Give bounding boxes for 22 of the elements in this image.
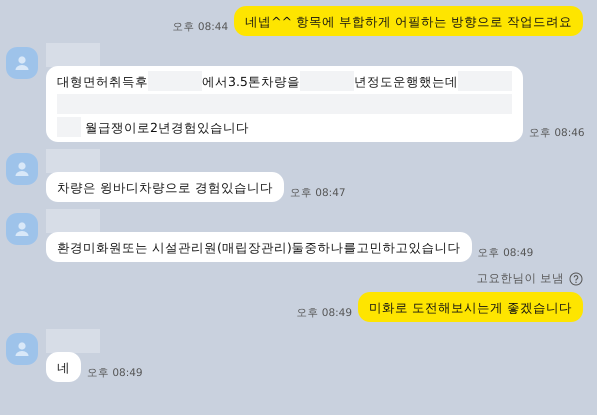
message-time: 오후 08:49 [87, 366, 143, 381]
message-bubble: 환경미화원또는 시설관리원(매립장관리)둘중하나를고민하고있습니다 [46, 232, 472, 262]
blurred-name [46, 149, 100, 173]
sender-note: 고요한님이 보냄 [476, 271, 564, 286]
blurred-name [46, 209, 100, 233]
message-time: 오후 08:49 [296, 306, 352, 321]
message-time: 오후 08:46 [529, 126, 585, 141]
avatar-icon[interactable] [6, 333, 38, 365]
message-bubble: 네넵^^ 항목에 부합하게 어필하는 방향으로 작업드려요 [234, 6, 583, 36]
blurred-name [46, 43, 100, 67]
avatar-icon[interactable] [6, 47, 38, 79]
avatar-icon[interactable] [6, 153, 38, 185]
avatar-icon[interactable] [6, 213, 38, 245]
message-bubble: 차량은 윙바디차량으로 경험있습니다 [46, 172, 284, 202]
message-time: 오후 08:49 [478, 246, 534, 261]
help-icon[interactable] [569, 272, 583, 286]
message-time: 오후 08:47 [290, 186, 346, 201]
message-time: 오후 08:44 [172, 20, 228, 35]
message-bubble: 미화로 도전해보시는게 좋겠습니다 [358, 292, 583, 322]
message-bubble: 네 [46, 352, 81, 382]
blurred-name [46, 329, 100, 353]
message-bubble: 대형면허취득후 에서3.5톤차량을 년정도운행했는데 월급쟁이로2년경험있습니다 [46, 66, 523, 142]
